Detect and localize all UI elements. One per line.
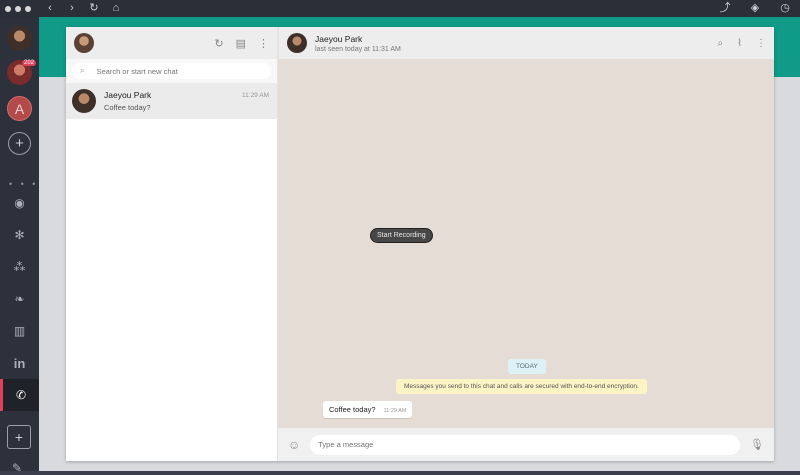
teams-icon: ⁂ xyxy=(13,260,26,274)
status-refresh-icon[interactable]: ↻ xyxy=(214,37,223,50)
conversation-header[interactable]: Jaeyou Park last seen today at 11:31 AM … xyxy=(278,27,774,59)
message-bubble[interactable]: Coffee today? 11:29 AM xyxy=(323,401,413,418)
home-icon[interactable]: ⌂ xyxy=(109,0,123,17)
letter-avatar: A xyxy=(7,96,32,121)
account-letter-a[interactable]: A xyxy=(6,95,33,122)
slack-service[interactable]: ✻ xyxy=(0,219,39,251)
account-avatar-1[interactable] xyxy=(6,25,33,52)
microphone-icon[interactable]: 🎙 xyxy=(750,438,764,451)
search-bar: ⌕ xyxy=(66,59,277,83)
minimize-dot[interactable] xyxy=(15,5,21,12)
wrench-icon[interactable]: ✎ xyxy=(12,461,22,475)
linkedin-icon: in xyxy=(13,355,26,371)
search-input[interactable] xyxy=(96,66,257,76)
sidebar-header: ↻ ▤ ⋮ xyxy=(66,27,277,59)
emoji-icon[interactable]: ☺ xyxy=(288,438,300,452)
search-icon[interactable]: ⌕ xyxy=(718,38,724,49)
plus-icon: + xyxy=(8,132,31,155)
menu-icon[interactable]: ⋮ xyxy=(756,38,766,49)
contact-avatar[interactable] xyxy=(287,33,307,53)
search-box[interactable]: ⌕ xyxy=(72,63,271,79)
chat-time: 11:29 AM xyxy=(242,92,269,99)
contact-status: last seen today at 11:31 AM xyxy=(315,45,401,53)
messenger-service[interactable]: ◉ xyxy=(0,187,39,219)
service-rail: 202 A + • • • ◉ ✻ ⁂ ❧ ▥ in ✆ + ✎ xyxy=(0,17,39,475)
plus-icon: + xyxy=(14,429,24,445)
back-icon[interactable]: ‹ xyxy=(43,0,57,17)
conversation-pane: Jaeyou Park last seen today at 11:31 AM … xyxy=(278,27,774,461)
forward-icon[interactable]: › xyxy=(65,0,79,17)
menu-icon[interactable]: ⋮ xyxy=(258,37,269,50)
linkedin-service[interactable]: in xyxy=(0,347,39,379)
chat-list-pane: ↻ ▤ ⋮ ⌕ Jaeyou Park Coffee today? 11:29 … xyxy=(66,27,278,461)
start-recording-button[interactable]: Start Recording xyxy=(370,228,433,243)
trello-icon: ▥ xyxy=(13,324,26,338)
evernote-icon: ❧ xyxy=(14,292,25,306)
window-titlebar: ‹ › ↻ ⌂ ⤴ ◈ ◷ xyxy=(0,0,800,17)
message-time: 11:29 AM xyxy=(383,408,407,414)
profile-avatar[interactable] xyxy=(74,33,94,53)
date-divider: TODAY xyxy=(508,359,546,374)
messenger-icon: ◉ xyxy=(14,196,25,210)
reload-icon[interactable]: ↻ xyxy=(87,0,101,17)
trello-service[interactable]: ▥ xyxy=(0,315,39,347)
share-icon[interactable]: ⤴ xyxy=(718,0,732,17)
avatar xyxy=(7,26,32,51)
evernote-service[interactable]: ❧ xyxy=(0,283,39,315)
search-icon: ⌕ xyxy=(80,66,85,75)
add-account-button[interactable]: + xyxy=(6,130,33,157)
maximize-dot[interactable] xyxy=(25,5,31,12)
window-controls[interactable] xyxy=(5,5,31,12)
chat-list-item[interactable]: Jaeyou Park Coffee today? 11:29 AM xyxy=(66,83,277,119)
close-dot[interactable] xyxy=(5,5,11,12)
attach-icon[interactable]: ⌇ xyxy=(737,38,742,49)
slack-icon: ✻ xyxy=(14,228,25,242)
chat-last-message: Coffee today? xyxy=(104,103,151,112)
whatsapp-window: ↻ ▤ ⋮ ⌕ Jaeyou Park Coffee today? 11:29 … xyxy=(66,27,774,461)
contact-name: Jaeyou Park xyxy=(315,33,363,44)
layers-icon[interactable]: ◈ xyxy=(748,0,762,17)
message-text: Coffee today? xyxy=(329,405,376,414)
message-composer: ☺ 🎙 xyxy=(278,428,774,461)
clock-icon[interactable]: ◷ xyxy=(778,0,792,17)
whatsapp-service[interactable]: ✆ xyxy=(0,379,39,411)
new-chat-icon[interactable]: ▤ xyxy=(236,37,246,50)
chat-name: Jaeyou Park xyxy=(104,90,152,100)
whatsapp-icon: ✆ xyxy=(15,388,27,402)
account-avatar-2[interactable]: 202 xyxy=(6,59,36,86)
add-service-button[interactable]: + xyxy=(7,425,31,449)
teams-service[interactable]: ⁂ xyxy=(0,251,39,283)
notification-badge: 202 xyxy=(21,60,36,66)
message-input[interactable] xyxy=(310,434,741,455)
avatar xyxy=(72,89,96,113)
encryption-notice[interactable]: Messages you send to this chat and calls… xyxy=(396,379,647,394)
message-area[interactable]: Start Recording TODAY Messages you send … xyxy=(278,59,774,428)
